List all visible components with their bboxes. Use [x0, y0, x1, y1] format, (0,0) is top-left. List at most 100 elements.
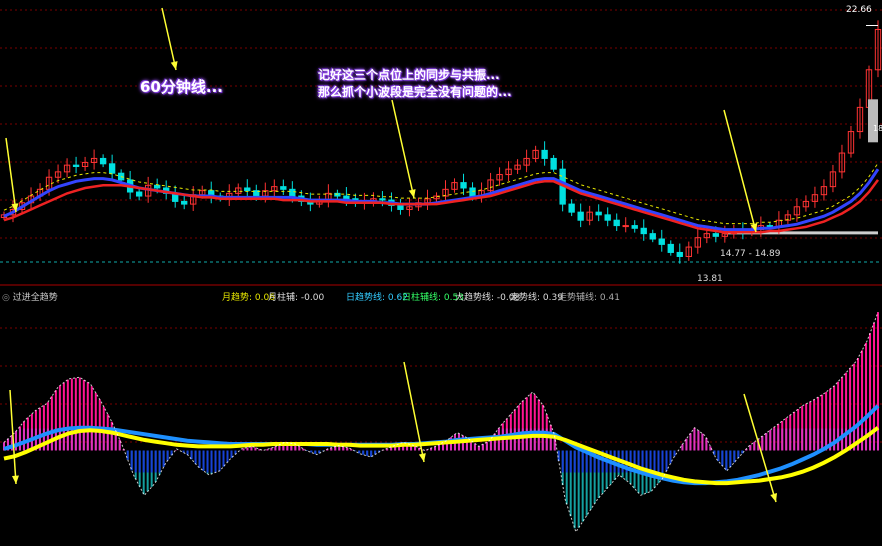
indicator-band [701, 434, 703, 451]
timeframe-callout: 60分钟线... [140, 76, 223, 97]
indicator-band [358, 451, 360, 454]
candle-body [677, 252, 682, 256]
indicator-band [697, 431, 699, 451]
indicator-band [769, 430, 771, 450]
indicator-value-label: 日趋势线: [346, 293, 385, 303]
indicator-band [143, 451, 145, 473]
indicator-value-1: 月柱辅: -0.00 [268, 290, 324, 303]
candle-body [290, 189, 295, 196]
indicator-value-label: 日柱辅线: [402, 293, 441, 303]
indicator-band [43, 429, 45, 451]
candle-body [623, 226, 628, 227]
indicator-band [207, 451, 209, 473]
candle-body [713, 234, 718, 237]
price-low-label: 13.81 [697, 274, 723, 284]
candle-body [245, 188, 250, 191]
indicator-band [725, 451, 727, 471]
indicator-band [761, 436, 763, 450]
indicator-band [127, 451, 129, 460]
indicator-band [721, 451, 723, 466]
indicator-band [785, 429, 787, 451]
candle-body [578, 212, 583, 220]
indicator-value-number: -0.00 [298, 293, 324, 303]
price-high-label: 22.66 [846, 5, 872, 15]
indicator-title: 过进全趋势 [13, 293, 58, 303]
indicator-band [813, 429, 815, 451]
indicator-band [566, 451, 568, 473]
indicator-band [570, 451, 572, 473]
candle-body [154, 185, 159, 188]
indicator-band [737, 451, 739, 458]
candle-body [281, 187, 286, 190]
indicator-band [753, 442, 755, 450]
indicator-band [793, 429, 795, 451]
indicator-band [342, 447, 344, 451]
indicator-band [658, 451, 660, 473]
candle-body [398, 205, 403, 209]
candle-body [650, 234, 655, 239]
indicator-band [302, 449, 304, 451]
indicator-band [478, 446, 480, 450]
indicator-band [23, 429, 25, 451]
candle-body [632, 226, 637, 229]
candle-body [182, 201, 187, 204]
indicator-band [215, 451, 217, 473]
price-range-label: 14.77 - 14.89 [720, 249, 781, 259]
indicator-value-label: 走势线: [510, 293, 540, 303]
indicator-band [15, 431, 17, 450]
indicator-band [773, 429, 775, 451]
chart-stage: 22.66 18 13.81 14.77 - 14.89 60分钟线... 记好… [0, 0, 882, 542]
indicator-band [211, 451, 213, 473]
indicator-band [661, 451, 663, 473]
candle-body [542, 150, 547, 158]
indicator-band [163, 451, 165, 467]
candle-body [614, 220, 619, 225]
indicator-band [729, 451, 731, 467]
indicator-band [366, 451, 368, 456]
indicator-band [19, 429, 21, 451]
indicator-band [362, 451, 364, 455]
indicator-band [654, 451, 656, 473]
indicator-band [805, 429, 807, 451]
indicator-band [139, 451, 141, 473]
indicator-value-6: 走势辅线: 0.41 [558, 290, 620, 303]
indicator-band [665, 451, 667, 471]
indicator-band [486, 442, 488, 450]
candle-body [380, 199, 385, 200]
indicator-band [801, 429, 803, 451]
indicator-band [821, 429, 823, 451]
indicator-band [199, 451, 201, 468]
note-callout-line1: 记好这三个点位上的同步与共振... [318, 66, 500, 83]
indicator-band [797, 429, 799, 451]
indicator-band [226, 451, 228, 463]
indicator-header: ◎ 过进全趋势 [2, 290, 58, 303]
indicator-band [195, 451, 197, 464]
note-callout-line2: 那么抓个小波段是完全没有问题的... [318, 83, 512, 100]
indicator-settings-icon[interactable]: ◎ [2, 293, 10, 303]
indicator-band [187, 451, 189, 455]
candle-body [109, 164, 114, 173]
indicator-band [781, 429, 783, 451]
indicator-band [817, 429, 819, 451]
candle-body [569, 204, 574, 212]
candle-body [659, 239, 664, 244]
candle-body [551, 158, 556, 169]
edge-price-box [868, 99, 878, 142]
indicator-value-5: 走势线: 0.39 [510, 290, 563, 303]
indicator-value-label: 月柱辅: [268, 293, 298, 303]
indicator-band [63, 429, 65, 451]
indicator-band [809, 429, 811, 451]
indicator-band [693, 429, 695, 451]
indicator-band [681, 444, 683, 450]
candle-body [668, 244, 673, 252]
price-edge-label: 18 [873, 124, 882, 133]
indicator-band [314, 451, 316, 454]
indicator-band [147, 451, 149, 473]
indicator-band [669, 451, 671, 464]
indicator-band [203, 451, 205, 471]
indicator-band [877, 429, 879, 451]
indicator-band [482, 444, 484, 450]
indicator-band [159, 451, 161, 473]
indicator-band [167, 451, 169, 461]
candle-body [461, 183, 466, 188]
